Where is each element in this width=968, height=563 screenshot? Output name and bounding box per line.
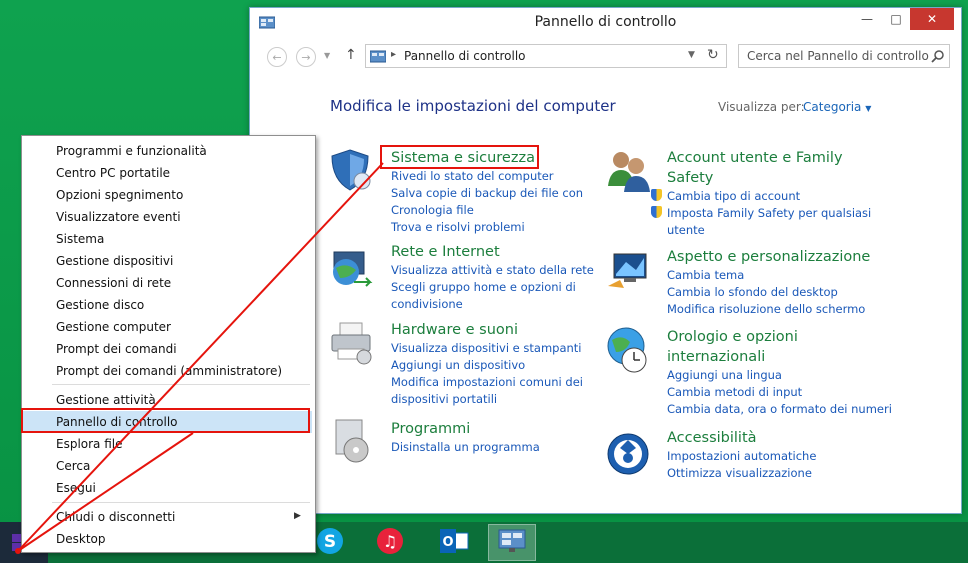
annotation-arrow — [15, 162, 384, 554]
